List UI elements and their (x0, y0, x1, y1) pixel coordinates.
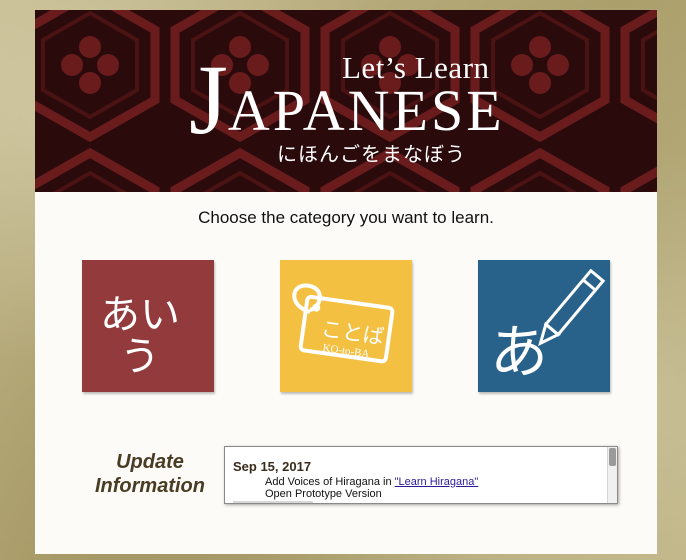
update-information-heading: Update Information (75, 450, 225, 498)
title-initial: J (189, 44, 228, 155)
title-rest: APANESE (227, 78, 505, 143)
tile-red-label-line1: あい (100, 292, 180, 338)
category-kotoba-tile[interactable]: ことば KO-to-BA (280, 260, 412, 392)
tile-red-label-line2: う (120, 334, 160, 380)
news-entry-line1: Add Voices of Hiragana in "Learn Hiragan… (265, 476, 478, 488)
news-entry-text: Add Voices of Hiragana in (265, 476, 395, 488)
header-banner: Let’s Learn JAPANESE にほんごをまなぼう (35, 10, 657, 192)
learn-hiragana-link[interactable]: "Learn Hiragana" (395, 476, 479, 488)
news-entry-date: Sep 15, 2017 (233, 459, 312, 474)
category-prompt: Choose the category you want to learn. (198, 208, 494, 227)
news-scrollbar-thumb[interactable] (609, 448, 616, 466)
page: Let’s Learn JAPANESE にほんごをまなぼう Choose th… (35, 10, 657, 554)
update-heading-line2: Information (95, 475, 205, 497)
category-writing-tile[interactable]: あ (478, 260, 610, 392)
news-entry-line2: Open Prototype Version (265, 488, 382, 500)
tag-card-icon: ことば KO-to-BA (292, 283, 395, 364)
update-heading-line1: Update (116, 451, 184, 473)
hiragana-aiu-icon: あい う (100, 292, 180, 380)
category-hiragana-tile[interactable]: あい う (82, 260, 214, 392)
update-news-scroll-box[interactable]: Sep 15, 2017 Add Voices of Hiragana in "… (224, 446, 618, 504)
tile-blue-kana: あ (490, 318, 548, 386)
news-scrollbar[interactable] (607, 447, 617, 503)
site-title: Let’s Learn JAPANESE にほんごをまなぼう (35, 10, 657, 192)
next-entry-peek (233, 501, 313, 503)
title-kana-subtitle: にほんごをまなぼう (277, 142, 466, 166)
